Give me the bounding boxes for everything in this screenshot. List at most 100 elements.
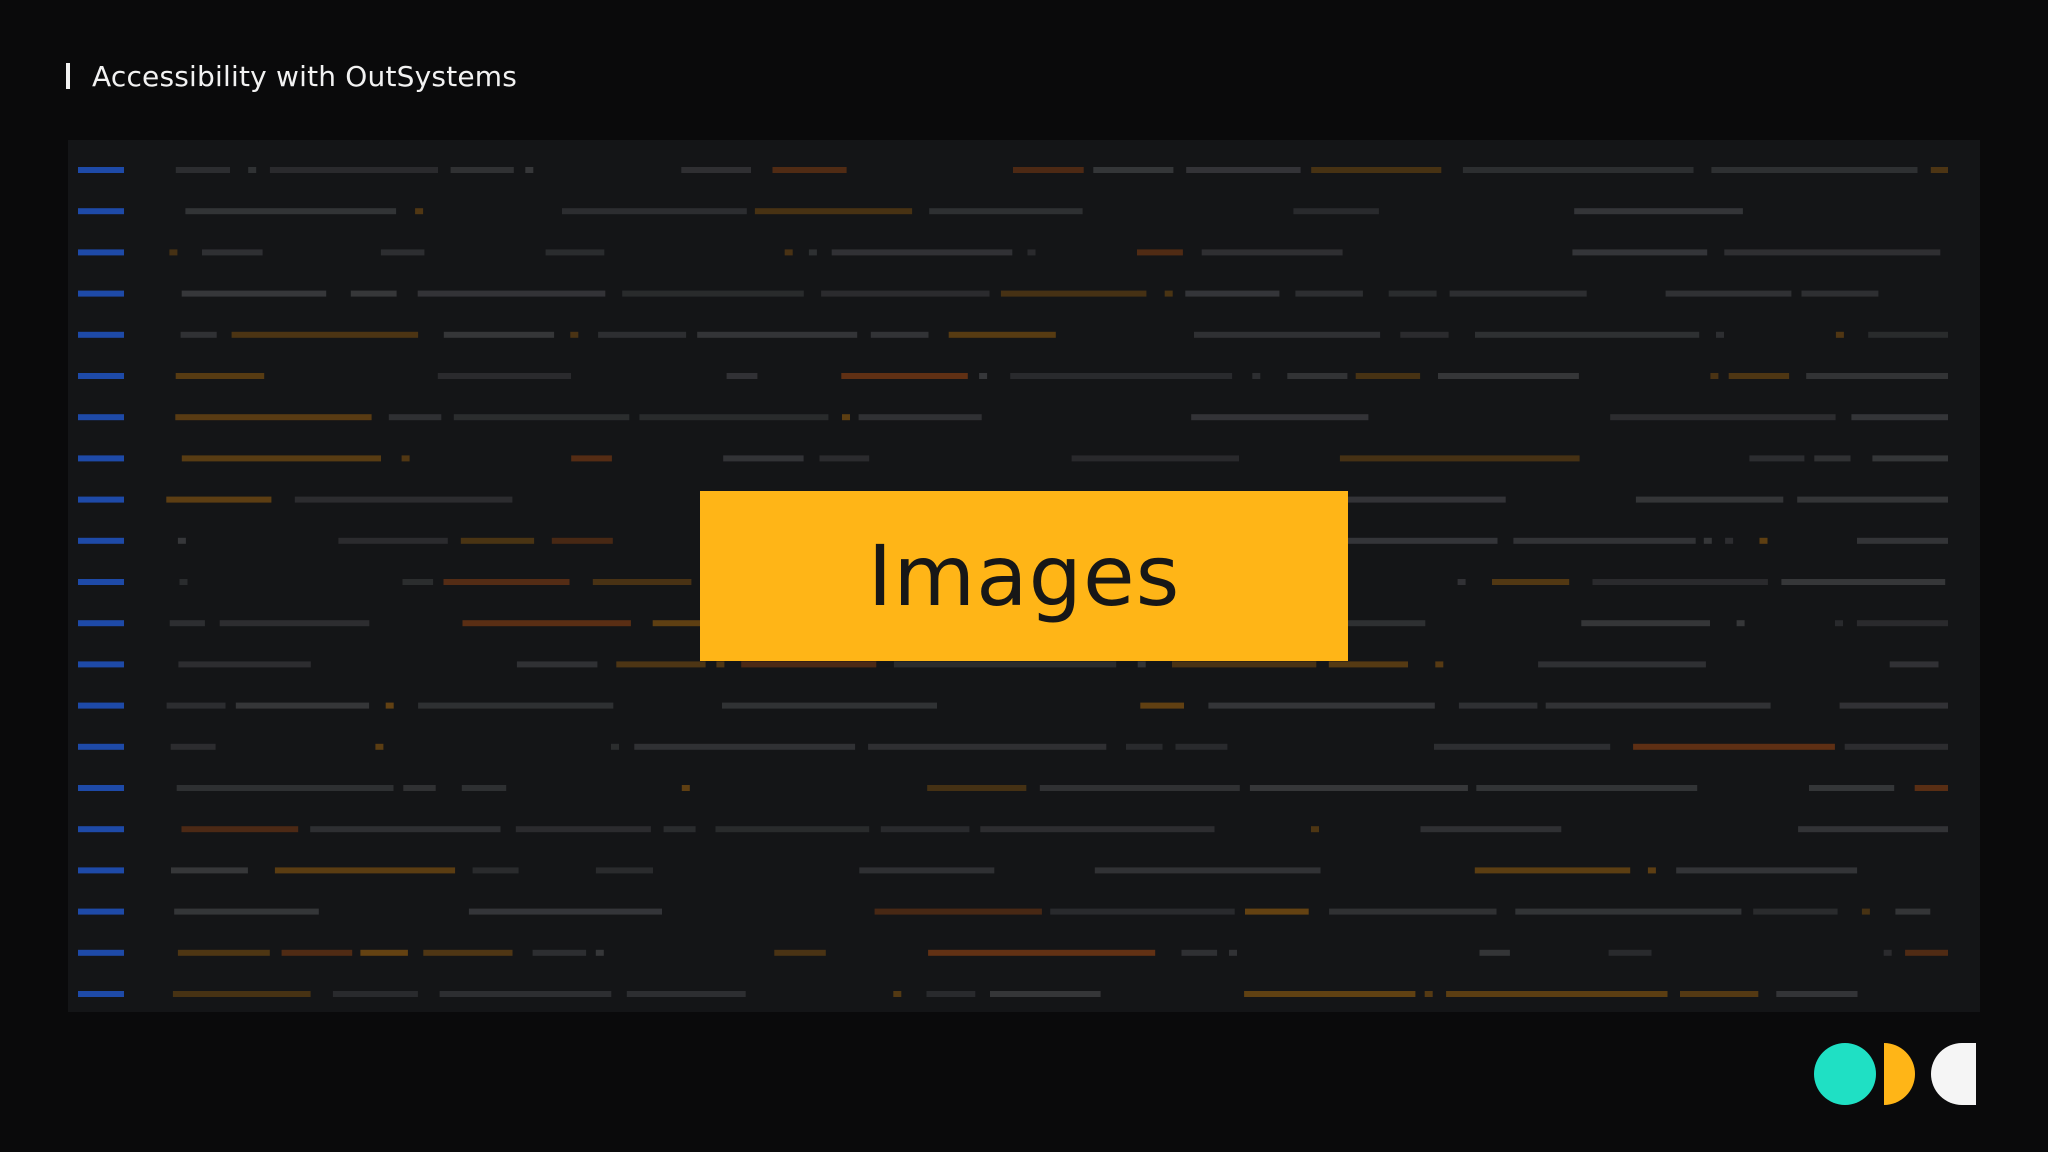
code-token (723, 455, 804, 462)
code-token (1420, 826, 1562, 833)
header-title: Accessibility with OutSystems (92, 59, 518, 93)
code-token (172, 991, 311, 997)
code-token (990, 991, 1101, 997)
code-token (1515, 908, 1742, 915)
code-token (1914, 785, 1948, 791)
code-token (1716, 331, 1724, 338)
code-token (1457, 579, 1466, 585)
code-token (821, 290, 990, 297)
code-token (715, 826, 870, 833)
code-token (350, 290, 397, 297)
code-token (423, 949, 513, 956)
code-token (741, 661, 877, 668)
code-token (1868, 331, 1948, 338)
code-token (1781, 579, 1946, 585)
line-number-marker (78, 579, 124, 585)
code-token (1883, 949, 1892, 956)
code-token (1728, 373, 1790, 379)
code-token (545, 249, 605, 256)
code-token (174, 908, 319, 915)
code-token (611, 743, 619, 750)
code-token (893, 661, 1117, 668)
code-token (1229, 949, 1237, 956)
code-token (1857, 537, 1948, 544)
code-token (338, 537, 448, 544)
odc-logo (1814, 1043, 1976, 1105)
code-token (1776, 991, 1858, 997)
code-token (1592, 579, 1768, 585)
code-token (1137, 249, 1183, 256)
code-token (179, 579, 188, 585)
code-token (1930, 167, 1948, 173)
code-token (1388, 290, 1437, 297)
code-token (1181, 949, 1218, 956)
code-token (388, 414, 442, 421)
code-token (1905, 949, 1948, 956)
line-number-marker (78, 661, 124, 668)
line-number-marker (78, 620, 124, 627)
code-token (754, 208, 913, 215)
code-token (1895, 908, 1931, 915)
code-token (1458, 702, 1538, 709)
code-token (169, 249, 178, 256)
code-token (178, 661, 311, 668)
code-token (1186, 167, 1301, 173)
code-token (176, 785, 394, 791)
code-token (402, 579, 434, 585)
code-token (1244, 991, 1416, 997)
code-token (1172, 661, 1317, 668)
code-token (1861, 908, 1870, 915)
code-token (185, 208, 397, 215)
line-number-marker (78, 785, 124, 791)
code-token (1633, 743, 1835, 750)
code-token (1175, 743, 1228, 750)
line-number-marker (78, 208, 124, 215)
code-token (437, 373, 571, 379)
code-token (1293, 208, 1379, 215)
line-number-marker (78, 455, 124, 462)
code-token (235, 702, 370, 709)
code-token (181, 290, 327, 297)
code-token (401, 455, 410, 462)
code-token (1013, 167, 1084, 173)
code-token (269, 167, 438, 173)
code-token (948, 331, 1056, 338)
code-token (202, 249, 263, 256)
code-token (1027, 249, 1036, 256)
code-token (1039, 785, 1240, 791)
code-token (1635, 496, 1784, 503)
code-token (784, 249, 793, 256)
code-token (1449, 290, 1587, 297)
code-token (592, 579, 692, 585)
code-token (1000, 290, 1147, 297)
line-number-marker (78, 991, 124, 997)
line-number-marker (78, 908, 124, 915)
slide-title: Images (867, 527, 1181, 625)
code-token (1872, 455, 1948, 462)
line-number-marker (78, 537, 124, 544)
line-number-marker (78, 949, 124, 956)
line-number-marker (78, 331, 124, 338)
code-token (516, 661, 598, 668)
code-token (1311, 167, 1442, 173)
code-token (1050, 908, 1235, 915)
code-token (177, 537, 186, 544)
code-token (443, 579, 570, 585)
code-token (415, 208, 424, 215)
code-token (417, 290, 606, 297)
code-token (1245, 908, 1309, 915)
code-token (1736, 620, 1745, 627)
code-token (1839, 702, 1948, 709)
code-token (274, 867, 456, 874)
title-box: Images (700, 491, 1348, 661)
line-number-marker (78, 743, 124, 750)
code-token (403, 785, 436, 791)
code-token (1252, 373, 1261, 379)
code-token (1749, 455, 1805, 462)
circle-icon (1814, 1043, 1876, 1105)
code-token (1476, 785, 1698, 791)
code-token (1093, 167, 1174, 173)
code-token (1010, 373, 1233, 379)
code-token (1479, 949, 1510, 956)
code-token (1610, 414, 1836, 421)
